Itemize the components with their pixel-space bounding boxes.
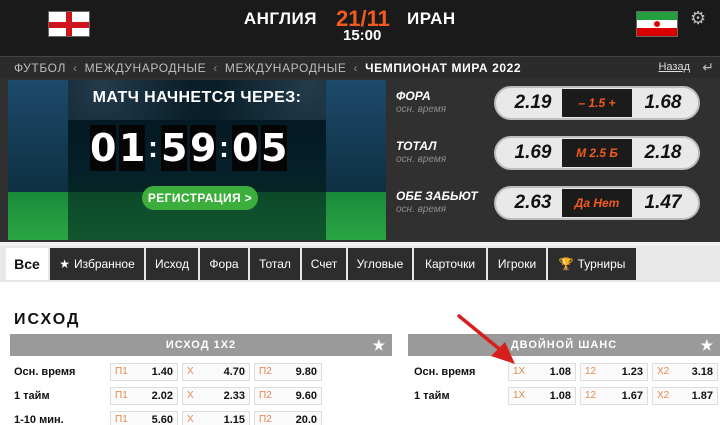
odd-button[interactable]: 1.68: [632, 88, 694, 118]
gear-icon[interactable]: ⚙: [690, 8, 710, 28]
market-handicap: ФОРА осн. время 2.19 – 1.5 + 1.68: [390, 80, 720, 134]
odd-cell[interactable]: П2 20.0: [254, 411, 322, 425]
odd-cell[interactable]: Х2 1.87: [652, 387, 718, 405]
odd-button[interactable]: 2.63: [502, 188, 564, 218]
breadcrumb-item[interactable]: ФУТБОЛ: [14, 61, 66, 75]
market-name: ОБЕ ЗАБЬЮТ: [396, 189, 478, 203]
tab-label: Избранное: [73, 257, 135, 271]
iran-flag-icon: [636, 11, 678, 37]
promo-area: МАТЧ НАЧНЕТСЯ ЧЕРЕЗ: 0 1 : 5 9 : 0 5 РЕГ…: [0, 78, 720, 242]
tab-outcome[interactable]: Исход: [146, 248, 198, 280]
match-header: АНГЛИЯ 21/11 15:00 ИРАН ⚙: [0, 0, 720, 56]
tab-total[interactable]: Тотал: [250, 248, 300, 280]
market-period: осн. время: [396, 154, 447, 165]
countdown-digit: 9: [190, 125, 217, 171]
market-odds-pill: 2.63 Да Нет 1.47: [494, 186, 700, 220]
odd-cell[interactable]: 12 1.67: [580, 387, 648, 405]
england-flag-icon: [48, 11, 90, 37]
star-icon[interactable]: ★: [372, 334, 386, 356]
outcome-section: ИСХОД ИСХОД 1X2 ★ ДВОЙНОЙ ШАНС ★ Осн. вр…: [0, 282, 720, 425]
market-tabs: Все ★ Избранное Исход Фора Тотал Счет Угл…: [0, 246, 720, 282]
back-link[interactable]: Назад: [658, 61, 690, 73]
tab-all[interactable]: Все: [6, 248, 48, 280]
tab-cards[interactable]: Карточки: [414, 248, 486, 280]
countdown-banner: МАТЧ НАЧНЕТСЯ ЧЕРЕЗ: 0 1 : 5 9 : 0 5 РЕГ…: [8, 80, 386, 240]
panel-title: ИСХОД 1X2: [165, 339, 237, 351]
countdown-timer: 0 1 : 5 9 : 0 5: [90, 124, 290, 172]
home-team-name: АНГЛИЯ: [243, 9, 317, 28]
market-name: ФОРА: [396, 89, 431, 103]
odd-cell[interactable]: 1Х 1.08: [508, 387, 576, 405]
match-time: 15:00: [343, 27, 382, 44]
breadcrumb-item[interactable]: МЕЖДУНАРОДНЫЕ: [85, 61, 207, 75]
odd-cell[interactable]: Х2 3.18: [652, 363, 718, 381]
market-both-score: ОБЕ ЗАБЬЮТ осн. время 2.63 Да Нет 1.47: [390, 180, 720, 234]
chevron-left-icon: ‹: [353, 61, 359, 75]
odd-button[interactable]: 1.47: [632, 188, 694, 218]
chevron-left-icon: ‹: [72, 61, 78, 75]
tab-players[interactable]: Игроки: [488, 248, 546, 280]
odd-cell[interactable]: П1 2.02: [110, 387, 178, 405]
market-period: осн. время: [396, 104, 447, 115]
market-period: осн. время: [396, 204, 447, 215]
register-button[interactable]: РЕГИСТРАЦИЯ >: [142, 186, 258, 210]
annotation-arrow-icon: [457, 314, 515, 364]
countdown-title: МАТЧ НАЧНЕТСЯ ЧЕРЕЗ:: [92, 89, 302, 106]
tab-favorites[interactable]: ★ Избранное: [50, 248, 144, 280]
odd-cell[interactable]: П1 5.60: [110, 411, 178, 425]
odd-button[interactable]: 1.69: [502, 138, 564, 168]
countdown-colon: :: [219, 131, 229, 164]
countdown-digit: 1: [119, 125, 146, 171]
market-line: – 1.5 +: [562, 89, 632, 117]
countdown-digit: 0: [232, 125, 259, 171]
breadcrumb-item[interactable]: МЕЖДУНАРОДНЫЕ: [225, 61, 347, 75]
market-odds-pill: 1.69 М 2.5 Б 2.18: [494, 136, 700, 170]
row-label: 1-10 мин.: [14, 414, 64, 425]
odd-button[interactable]: 2.18: [632, 138, 694, 168]
section-title: ИСХОД: [14, 311, 81, 328]
countdown-digit: 5: [161, 125, 188, 171]
back-icon[interactable]: ↵: [702, 59, 714, 76]
row-label: Осн. время: [14, 366, 76, 378]
tab-tournaments[interactable]: 🏆 Турниры: [548, 248, 636, 280]
chevron-left-icon: ‹: [213, 61, 218, 75]
countdown-digit: 0: [90, 125, 117, 171]
trophy-icon: 🏆: [558, 257, 574, 271]
market-odds-pill: 2.19 – 1.5 + 1.68: [494, 86, 700, 120]
market-name: ТОТАЛ: [396, 139, 437, 153]
breadcrumb: ФУТБОЛ ‹ МЕЖДУНАРОДНЫЕ ‹ МЕЖДУНАРОДНЫЕ ‹ ЧЕМПИ…: [0, 56, 720, 78]
market-total: ТОТАЛ осн. время 1.69 М 2.5 Б 2.18: [390, 130, 720, 184]
star-icon: ★: [59, 257, 70, 271]
odd-cell[interactable]: Х 2.33: [182, 387, 250, 405]
odd-cell[interactable]: П1 1.40: [110, 363, 178, 381]
tab-corners[interactable]: Угловые: [348, 248, 412, 280]
panel-header-1x2: ИСХОД 1X2 ★: [10, 334, 392, 356]
countdown-colon: :: [148, 131, 158, 164]
countdown-digit: 5: [261, 125, 288, 171]
odd-cell[interactable]: Х 1.15: [182, 411, 250, 425]
row-label: 1 тайм: [14, 390, 50, 402]
market-line: М 2.5 Б: [562, 139, 632, 167]
odd-cell[interactable]: 12 1.23: [580, 363, 648, 381]
tab-score[interactable]: Счет: [302, 248, 346, 280]
odd-cell[interactable]: П2 9.80: [254, 363, 322, 381]
odd-cell[interactable]: П2 9.60: [254, 387, 322, 405]
star-icon[interactable]: ★: [700, 334, 714, 356]
tab-label: Турниры: [577, 257, 626, 271]
tab-handicap[interactable]: Фора: [200, 248, 248, 280]
odd-cell[interactable]: Х 4.70: [182, 363, 250, 381]
market-line: Да Нет: [562, 189, 632, 217]
odd-button[interactable]: 2.19: [502, 88, 564, 118]
featured-markets: ФОРА осн. время 2.19 – 1.5 + 1.68 ТОТАЛ …: [390, 78, 720, 242]
panel-title: ДВОЙНОЙ ШАНС: [510, 339, 618, 351]
breadcrumb-current: ЧЕМПИОНАТ МИРА 2022: [365, 61, 522, 75]
away-team-name: ИРАН: [407, 9, 456, 28]
row-label: 1 тайм: [414, 390, 450, 402]
